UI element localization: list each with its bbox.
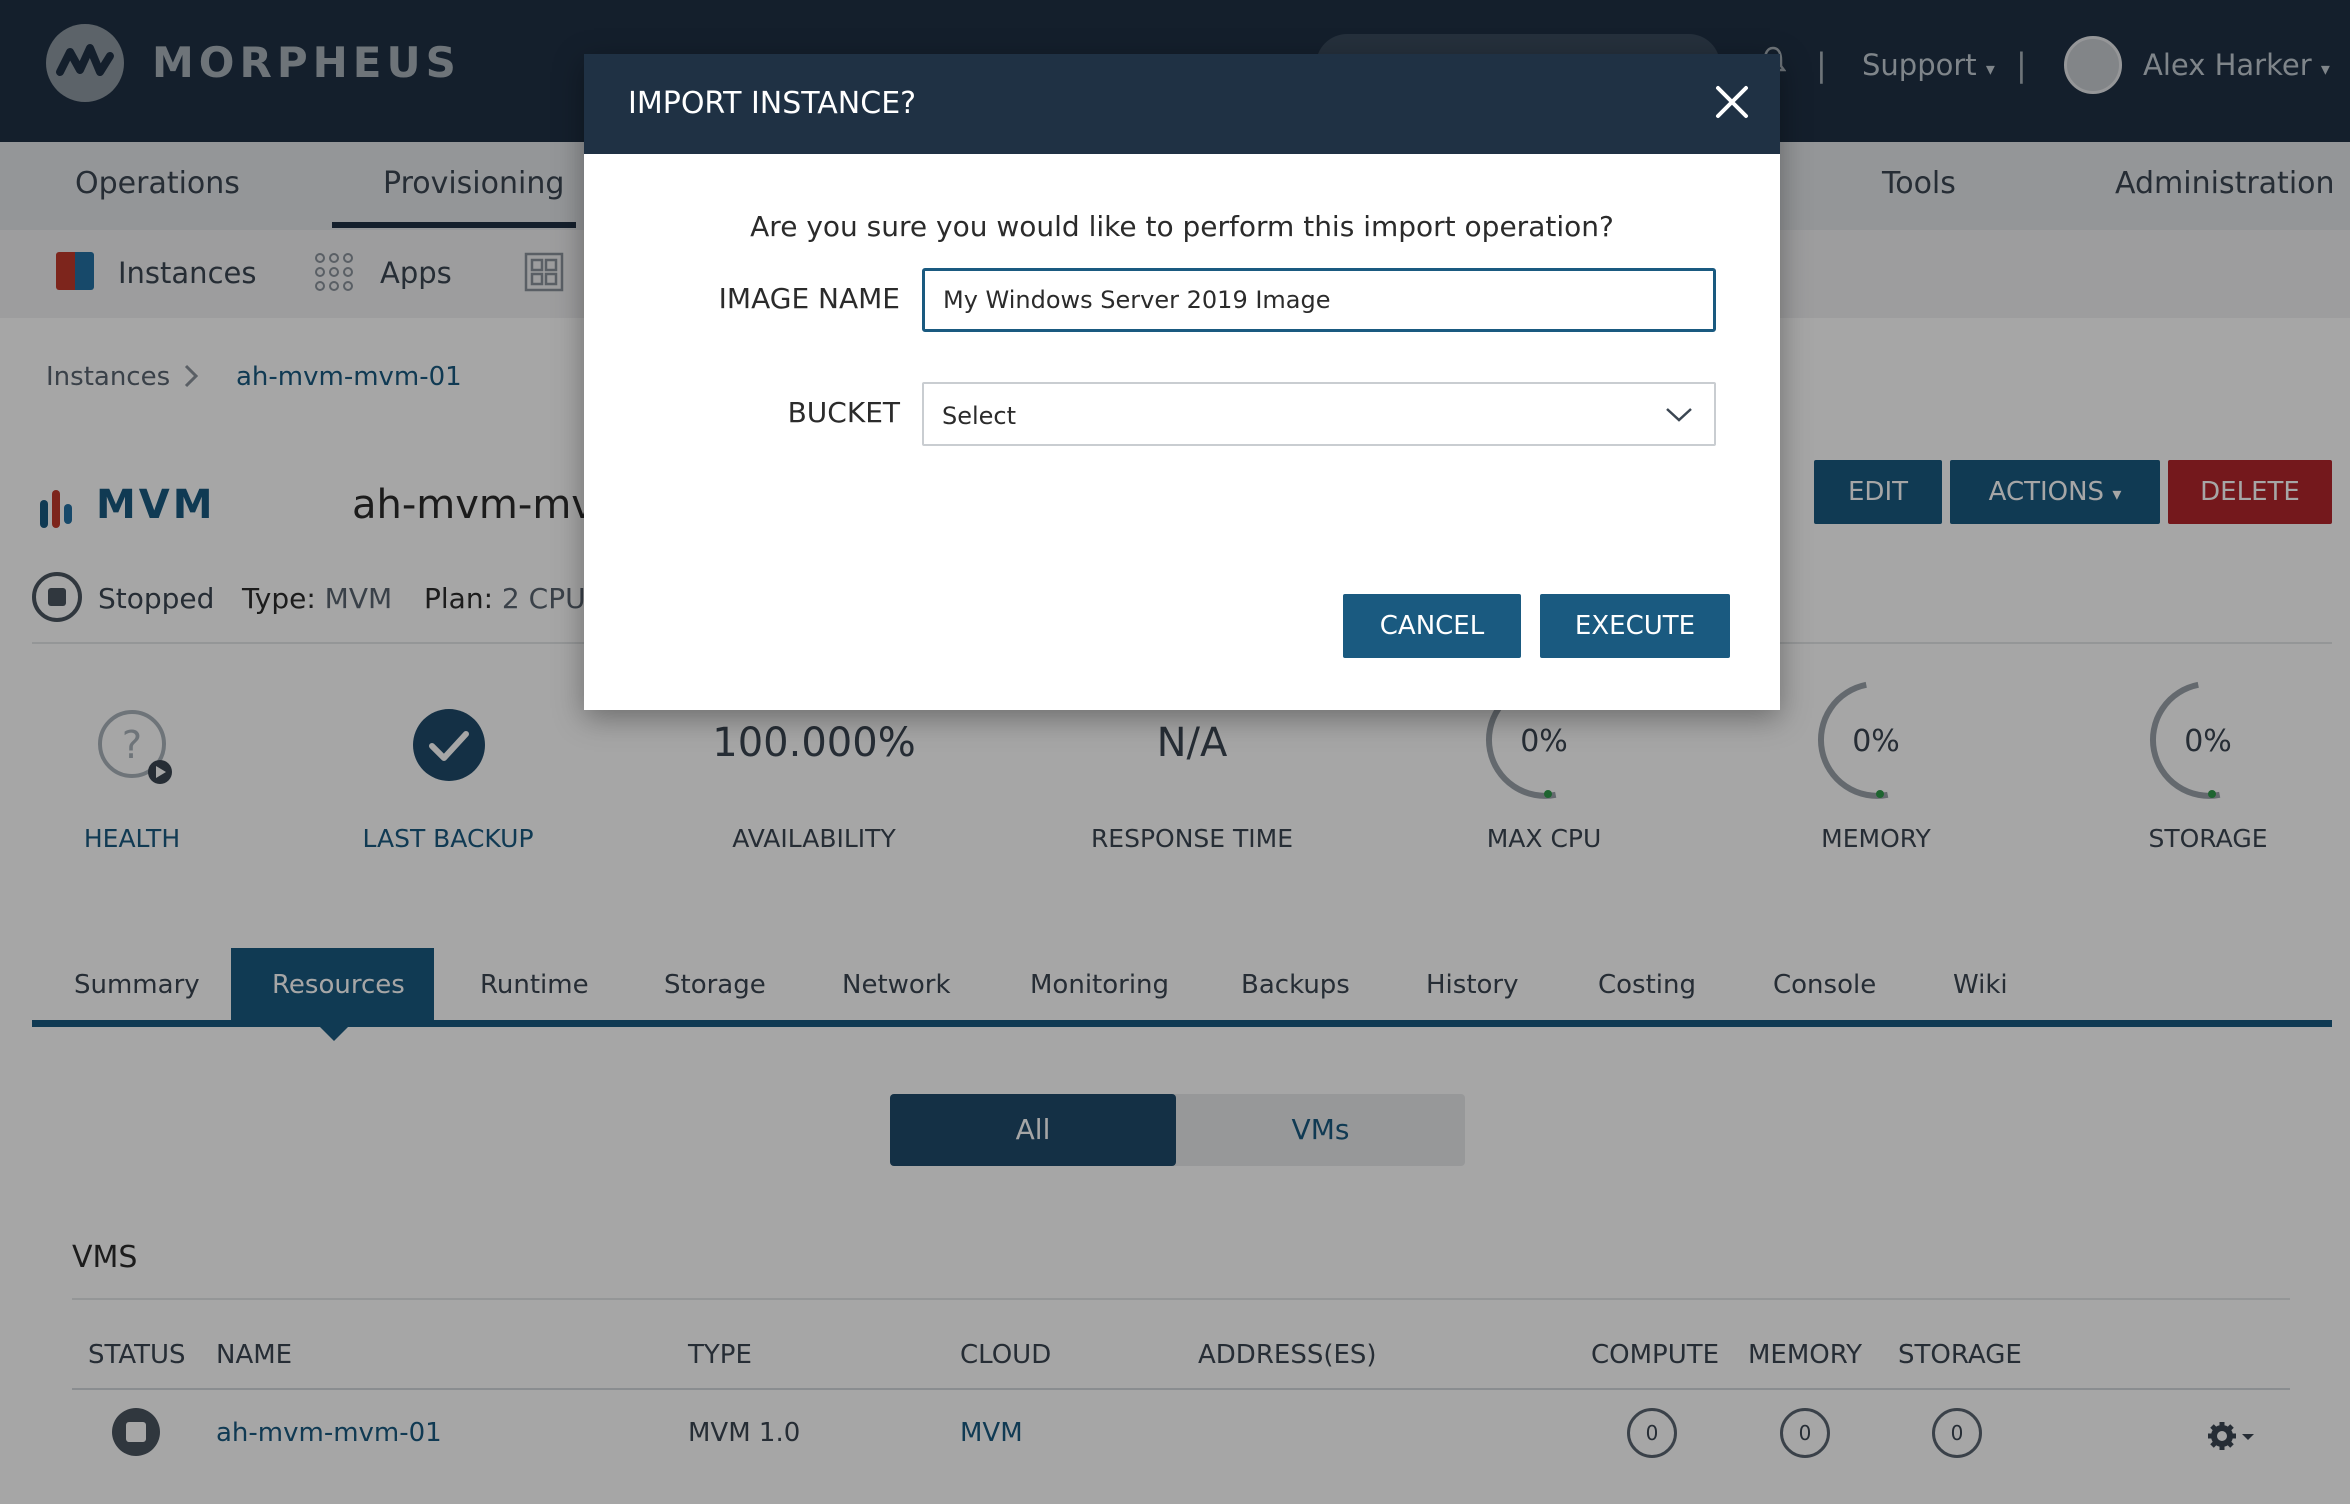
chevron-down-icon xyxy=(1666,408,1692,422)
confirm-message: Are you sure you would like to perform t… xyxy=(750,210,1614,243)
bucket-select[interactable]: Select xyxy=(922,382,1716,446)
cancel-button[interactable]: CANCEL xyxy=(1343,594,1521,658)
close-icon[interactable] xyxy=(1712,82,1752,122)
import-instance-dialog: IMPORT INSTANCE? Are you sure you would … xyxy=(584,54,1780,710)
bucket-label: BUCKET xyxy=(787,396,900,429)
image-name-input[interactable] xyxy=(922,268,1716,332)
image-name-label: IMAGE NAME xyxy=(718,282,900,315)
modal-title: IMPORT INSTANCE? xyxy=(628,86,917,121)
execute-button[interactable]: EXECUTE xyxy=(1540,594,1730,658)
bucket-select-value: Select xyxy=(942,402,1017,430)
